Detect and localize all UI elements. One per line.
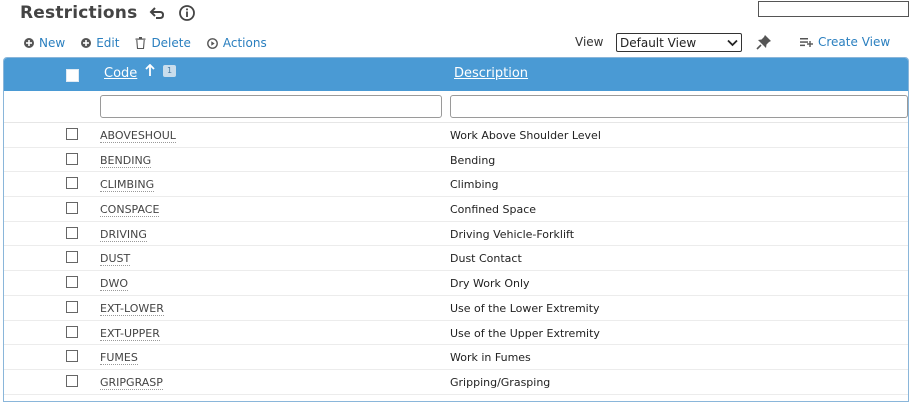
row-description: Use of the Upper Extremity bbox=[450, 326, 600, 340]
table-row[interactable]: DWO Dry Work Only bbox=[4, 271, 908, 296]
row-checkbox[interactable] bbox=[66, 374, 78, 387]
row-checkbox[interactable] bbox=[66, 152, 78, 165]
row-description: Climbing bbox=[450, 178, 499, 192]
actions-button[interactable]: Actions bbox=[206, 36, 267, 50]
new-button[interactable]: New bbox=[24, 36, 65, 50]
list-add-icon bbox=[800, 37, 813, 47]
sort-order-badge: 1 bbox=[163, 65, 176, 77]
row-checkbox[interactable] bbox=[66, 251, 78, 264]
row-checkbox[interactable] bbox=[66, 300, 78, 313]
create-view-button[interactable]: Create View bbox=[800, 35, 890, 49]
edit-button[interactable]: Edit bbox=[81, 36, 119, 50]
row-checkbox[interactable] bbox=[66, 202, 78, 215]
new-label: New bbox=[39, 36, 66, 50]
pin-icon[interactable] bbox=[756, 34, 772, 54]
table-row[interactable]: FUMES Work in Fumes bbox=[4, 345, 908, 370]
sort-up-arrow-icon[interactable] bbox=[145, 62, 155, 81]
row-description: Bending bbox=[450, 153, 496, 167]
table-row[interactable]: CONSPACE Confined Space bbox=[4, 197, 908, 222]
code-filter-input[interactable] bbox=[100, 95, 442, 118]
plus-circle-icon bbox=[81, 38, 92, 48]
table-row[interactable]: BENDING Bending bbox=[4, 148, 908, 173]
actions-label: Actions bbox=[222, 36, 267, 50]
table-row[interactable]: ABOVESHOUL Work Above Shoulder Level bbox=[4, 123, 908, 148]
row-description: Confined Space bbox=[450, 203, 537, 217]
table-row[interactable]: DUST Dust Contact bbox=[4, 246, 908, 272]
delete-label: Delete bbox=[151, 36, 191, 50]
row-description: Driving Vehicle-Forklift bbox=[450, 227, 575, 241]
row-code-link[interactable]: DUST bbox=[100, 252, 131, 267]
filter-row bbox=[4, 91, 908, 123]
table-row[interactable]: EXT-LOWER Use of the Lower Extremity bbox=[4, 296, 908, 321]
title-row: Restrictions bbox=[20, 0, 196, 26]
row-code-link[interactable]: FUMES bbox=[100, 351, 138, 366]
row-checkbox[interactable] bbox=[66, 128, 78, 140]
toolbar: New Edit Delete Actions bbox=[24, 35, 283, 51]
grid-body: ABOVESHOUL Work Above Shoulder Level BENDI… bbox=[4, 123, 908, 395]
column-header-code[interactable]: Code bbox=[104, 66, 137, 81]
global-search-input[interactable] bbox=[758, 1, 909, 17]
row-checkbox[interactable] bbox=[66, 325, 78, 338]
row-code-link[interactable]: BENDING bbox=[100, 154, 152, 168]
restrictions-grid: Code 1 Description ABOVESHOUL Work Above … bbox=[3, 57, 909, 402]
delete-button[interactable]: Delete bbox=[135, 36, 191, 50]
page-title: Restrictions bbox=[20, 3, 138, 23]
create-view-label: Create View bbox=[818, 35, 891, 49]
row-description: Work Above Shoulder Level bbox=[450, 129, 601, 142]
grid-header: Code 1 Description bbox=[4, 58, 908, 91]
view-selected-value: Default View bbox=[620, 35, 697, 50]
row-description: Dust Contact bbox=[450, 252, 522, 266]
row-checkbox[interactable] bbox=[66, 350, 78, 363]
row-code-link[interactable]: GRIPGRASP bbox=[100, 376, 163, 390]
table-row[interactable]: CLIMBING Climbing bbox=[4, 172, 908, 198]
trash-icon bbox=[135, 37, 146, 49]
table-row[interactable]: EXT-UPPER Use of the Upper Extremity bbox=[4, 321, 908, 346]
edit-label: Edit bbox=[96, 36, 120, 50]
row-checkbox[interactable] bbox=[66, 226, 78, 239]
description-filter-input[interactable] bbox=[450, 95, 908, 118]
plus-circle-icon bbox=[24, 38, 34, 48]
select-all-checkbox[interactable] bbox=[66, 69, 79, 82]
row-description: Dry Work Only bbox=[450, 277, 530, 291]
row-code-link[interactable]: CLIMBING bbox=[100, 178, 155, 193]
row-checkbox[interactable] bbox=[66, 177, 78, 190]
row-description: Use of the Lower Extremity bbox=[450, 301, 600, 315]
row-code-link[interactable]: EXT-UPPER bbox=[100, 327, 160, 341]
view-label: View bbox=[575, 35, 604, 49]
row-checkbox[interactable] bbox=[66, 276, 78, 289]
row-code-link[interactable]: EXT-LOWER bbox=[100, 302, 164, 316]
chevron-down-icon bbox=[727, 36, 738, 50]
row-code-link[interactable]: CONSPACE bbox=[100, 203, 160, 218]
table-row[interactable]: DRIVING Driving Vehicle-Forklift bbox=[4, 222, 908, 247]
back-arrow-icon[interactable] bbox=[149, 6, 165, 20]
play-circle-icon bbox=[206, 37, 218, 49]
row-code-link[interactable]: DRIVING bbox=[100, 228, 147, 242]
row-code-link[interactable]: ABOVESHOUL bbox=[100, 129, 176, 143]
table-row[interactable]: GRIPGRASP Gripping/Grasping bbox=[4, 370, 908, 395]
row-code-link[interactable]: DWO bbox=[100, 277, 129, 292]
view-select[interactable]: Default View bbox=[616, 33, 742, 52]
column-header-description[interactable]: Description bbox=[454, 66, 528, 81]
row-description: Work in Fumes bbox=[450, 351, 531, 365]
info-icon[interactable] bbox=[179, 5, 196, 21]
row-description: Gripping/Grasping bbox=[450, 375, 551, 389]
